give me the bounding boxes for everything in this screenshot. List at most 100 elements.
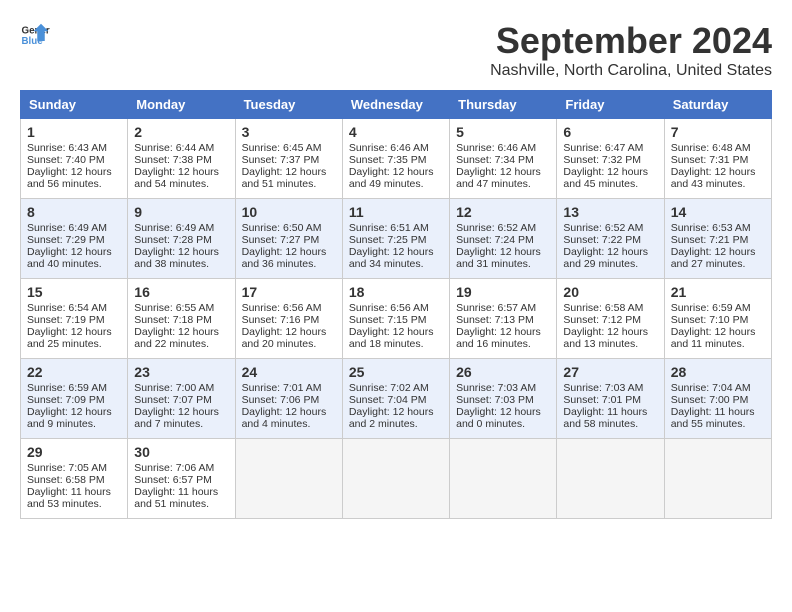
day-number: 4 <box>349 124 443 140</box>
calendar-cell <box>557 439 664 519</box>
weekday-header: Saturday <box>664 91 771 119</box>
calendar-cell <box>235 439 342 519</box>
calendar-cell: 14Sunrise: 6:53 AMSunset: 7:21 PMDayligh… <box>664 199 771 279</box>
sunset: Sunset: 7:31 PM <box>671 154 749 166</box>
sunset: Sunset: 7:38 PM <box>134 154 212 166</box>
sunrise: Sunrise: 6:57 AM <box>456 302 536 314</box>
day-number: 28 <box>671 364 765 380</box>
day-number: 10 <box>242 204 336 220</box>
day-number: 9 <box>134 204 228 220</box>
sunrise: Sunrise: 6:46 AM <box>349 142 429 154</box>
daylight: Daylight: 12 hours and 43 minutes. <box>671 166 756 190</box>
weekday-header: Wednesday <box>342 91 449 119</box>
sunset: Sunset: 7:19 PM <box>27 314 105 326</box>
calendar-cell: 4Sunrise: 6:46 AMSunset: 7:35 PMDaylight… <box>342 119 449 199</box>
sunrise: Sunrise: 6:53 AM <box>671 222 751 234</box>
sunset: Sunset: 7:40 PM <box>27 154 105 166</box>
calendar-table: SundayMondayTuesdayWednesdayThursdayFrid… <box>20 90 772 519</box>
title-block: September 2024 Nashville, North Carolina… <box>490 20 772 80</box>
daylight: Daylight: 12 hours and 56 minutes. <box>27 166 112 190</box>
calendar-cell: 16Sunrise: 6:55 AMSunset: 7:18 PMDayligh… <box>128 279 235 359</box>
calendar-cell: 29Sunrise: 7:05 AMSunset: 6:58 PMDayligh… <box>21 439 128 519</box>
day-number: 16 <box>134 284 228 300</box>
sunset: Sunset: 7:01 PM <box>563 394 641 406</box>
day-number: 7 <box>671 124 765 140</box>
calendar-cell: 26Sunrise: 7:03 AMSunset: 7:03 PMDayligh… <box>450 359 557 439</box>
day-number: 18 <box>349 284 443 300</box>
weekday-header: Sunday <box>21 91 128 119</box>
sunset: Sunset: 6:58 PM <box>27 474 105 486</box>
sunset: Sunset: 7:34 PM <box>456 154 534 166</box>
calendar-cell: 18Sunrise: 6:56 AMSunset: 7:15 PMDayligh… <box>342 279 449 359</box>
sunrise: Sunrise: 6:52 AM <box>456 222 536 234</box>
daylight: Daylight: 12 hours and 25 minutes. <box>27 326 112 350</box>
calendar-cell: 15Sunrise: 6:54 AMSunset: 7:19 PMDayligh… <box>21 279 128 359</box>
daylight: Daylight: 12 hours and 2 minutes. <box>349 406 434 430</box>
daylight: Daylight: 12 hours and 34 minutes. <box>349 246 434 270</box>
calendar-cell: 27Sunrise: 7:03 AMSunset: 7:01 PMDayligh… <box>557 359 664 439</box>
day-number: 15 <box>27 284 121 300</box>
day-number: 30 <box>134 444 228 460</box>
calendar-cell: 25Sunrise: 7:02 AMSunset: 7:04 PMDayligh… <box>342 359 449 439</box>
day-number: 3 <box>242 124 336 140</box>
header-row: SundayMondayTuesdayWednesdayThursdayFrid… <box>21 91 772 119</box>
calendar-cell: 11Sunrise: 6:51 AMSunset: 7:25 PMDayligh… <box>342 199 449 279</box>
calendar-cell <box>664 439 771 519</box>
day-number: 26 <box>456 364 550 380</box>
daylight: Daylight: 12 hours and 7 minutes. <box>134 406 219 430</box>
calendar-cell: 28 Sunrise: 7:04 AMSunset: 7:00 PMDayligh… <box>664 359 771 439</box>
day-number: 12 <box>456 204 550 220</box>
day-number: 8 <box>27 204 121 220</box>
daylight: Daylight: 12 hours and 22 minutes. <box>134 326 219 350</box>
sunrise: Sunrise: 7:01 AM <box>242 382 322 394</box>
daylight: Daylight: 12 hours and 54 minutes. <box>134 166 219 190</box>
daylight: Daylight: 12 hours and 11 minutes. <box>671 326 756 350</box>
calendar-cell: 24Sunrise: 7:01 AMSunset: 7:06 PMDayligh… <box>235 359 342 439</box>
calendar-week-row: 22Sunrise: 6:59 AMSunset: 7:09 PMDayligh… <box>21 359 772 439</box>
daylight: Daylight: 12 hours and 0 minutes. <box>456 406 541 430</box>
sunset: Sunset: 7:00 PM <box>671 394 749 406</box>
logo: General Blue <box>20 20 50 50</box>
sunrise: Sunrise: 6:45 AM <box>242 142 322 154</box>
calendar-cell: 6Sunrise: 6:47 AMSunset: 7:32 PMDaylight… <box>557 119 664 199</box>
sunset: Sunset: 7:32 PM <box>563 154 641 166</box>
calendar-week-row: 29Sunrise: 7:05 AMSunset: 6:58 PMDayligh… <box>21 439 772 519</box>
sunset: Sunset: 7:13 PM <box>456 314 534 326</box>
sunset: Sunset: 6:57 PM <box>134 474 212 486</box>
calendar-cell <box>342 439 449 519</box>
day-number: 25 <box>349 364 443 380</box>
daylight: Daylight: 12 hours and 18 minutes. <box>349 326 434 350</box>
day-number: 29 <box>27 444 121 460</box>
daylight: Daylight: 12 hours and 4 minutes. <box>242 406 327 430</box>
sunrise: Sunrise: 6:49 AM <box>134 222 214 234</box>
calendar-cell: 2Sunrise: 6:44 AMSunset: 7:38 PMDaylight… <box>128 119 235 199</box>
daylight: Daylight: 12 hours and 45 minutes. <box>563 166 648 190</box>
sunset: Sunset: 7:09 PM <box>27 394 105 406</box>
sunrise: Sunrise: 6:49 AM <box>27 222 107 234</box>
sunrise: Sunrise: 6:59 AM <box>27 382 107 394</box>
day-number: 5 <box>456 124 550 140</box>
daylight: Daylight: 12 hours and 20 minutes. <box>242 326 327 350</box>
daylight: Daylight: 11 hours and 55 minutes. <box>671 406 755 430</box>
sunset: Sunset: 7:04 PM <box>349 394 427 406</box>
sunrise: Sunrise: 7:06 AM <box>134 462 214 474</box>
day-number: 19 <box>456 284 550 300</box>
daylight: Daylight: 12 hours and 31 minutes. <box>456 246 541 270</box>
sunset: Sunset: 7:24 PM <box>456 234 534 246</box>
calendar-cell: 5Sunrise: 6:46 AMSunset: 7:34 PMDaylight… <box>450 119 557 199</box>
day-number: 2 <box>134 124 228 140</box>
day-number: 6 <box>563 124 657 140</box>
daylight: Daylight: 12 hours and 51 minutes. <box>242 166 327 190</box>
calendar-cell: 19Sunrise: 6:57 AMSunset: 7:13 PMDayligh… <box>450 279 557 359</box>
sunset: Sunset: 7:25 PM <box>349 234 427 246</box>
sunrise: Sunrise: 6:56 AM <box>242 302 322 314</box>
calendar-cell: 30Sunrise: 7:06 AMSunset: 6:57 PMDayligh… <box>128 439 235 519</box>
sunrise: Sunrise: 6:59 AM <box>671 302 751 314</box>
sunset: Sunset: 7:37 PM <box>242 154 320 166</box>
weekday-header: Thursday <box>450 91 557 119</box>
sunrise: Sunrise: 7:04 AM <box>671 382 751 394</box>
calendar-cell <box>450 439 557 519</box>
day-number: 17 <box>242 284 336 300</box>
sunrise: Sunrise: 6:46 AM <box>456 142 536 154</box>
calendar-week-row: 8Sunrise: 6:49 AMSunset: 7:29 PMDaylight… <box>21 199 772 279</box>
